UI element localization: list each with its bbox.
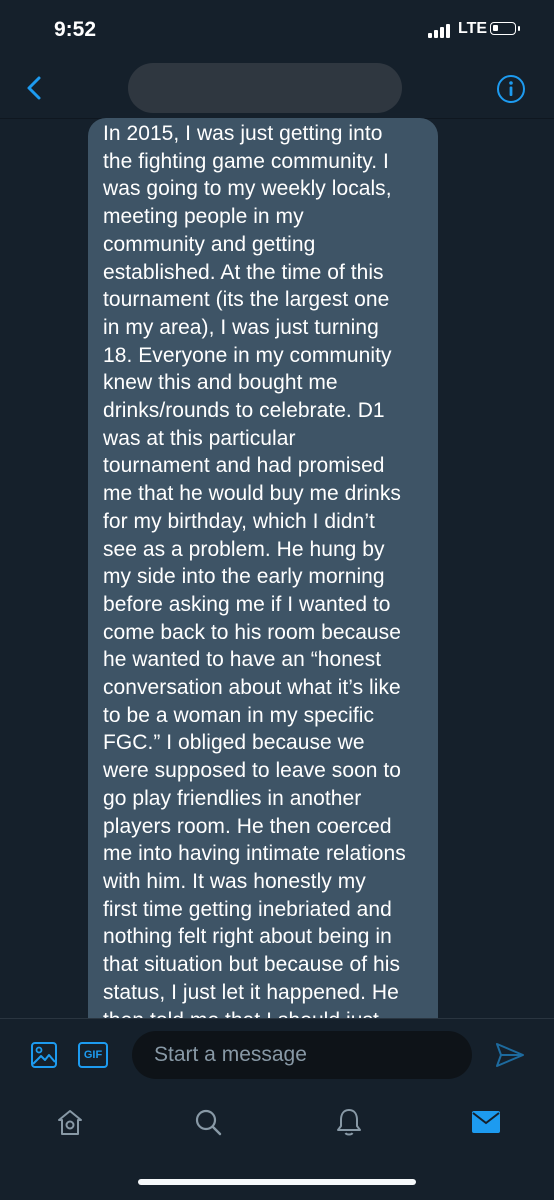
gif-button[interactable]: GIF [78, 1042, 108, 1068]
message-bubble[interactable]: In 2015, I was just getting into the fig… [88, 118, 438, 1018]
conversation-header [0, 60, 554, 119]
messages-icon[interactable] [470, 1106, 502, 1138]
status-bar: 9:52 LTE [0, 0, 554, 60]
notifications-icon[interactable] [333, 1106, 365, 1138]
message-list[interactable]: In 2015, I was just getting into the fig… [0, 118, 554, 1018]
network-type: LTE [458, 20, 488, 37]
message-text: In 2015, I was just getting into the fig… [103, 122, 406, 1018]
status-time: 9:52 [54, 18, 97, 41]
info-icon[interactable] [496, 74, 526, 104]
home-indicator [138, 1179, 416, 1185]
search-icon[interactable] [192, 1106, 224, 1138]
redacted-contact-name[interactable] [128, 63, 402, 113]
home-icon[interactable] [54, 1106, 86, 1138]
back-chevron-icon[interactable] [20, 70, 50, 106]
compose-bar: GIF Start a message [0, 1018, 554, 1089]
battery-icon [490, 22, 520, 35]
signal-strength-icon [428, 24, 450, 38]
image-icon[interactable] [30, 1041, 58, 1069]
message-input[interactable]: Start a message [132, 1031, 472, 1079]
send-icon[interactable] [494, 1041, 526, 1069]
